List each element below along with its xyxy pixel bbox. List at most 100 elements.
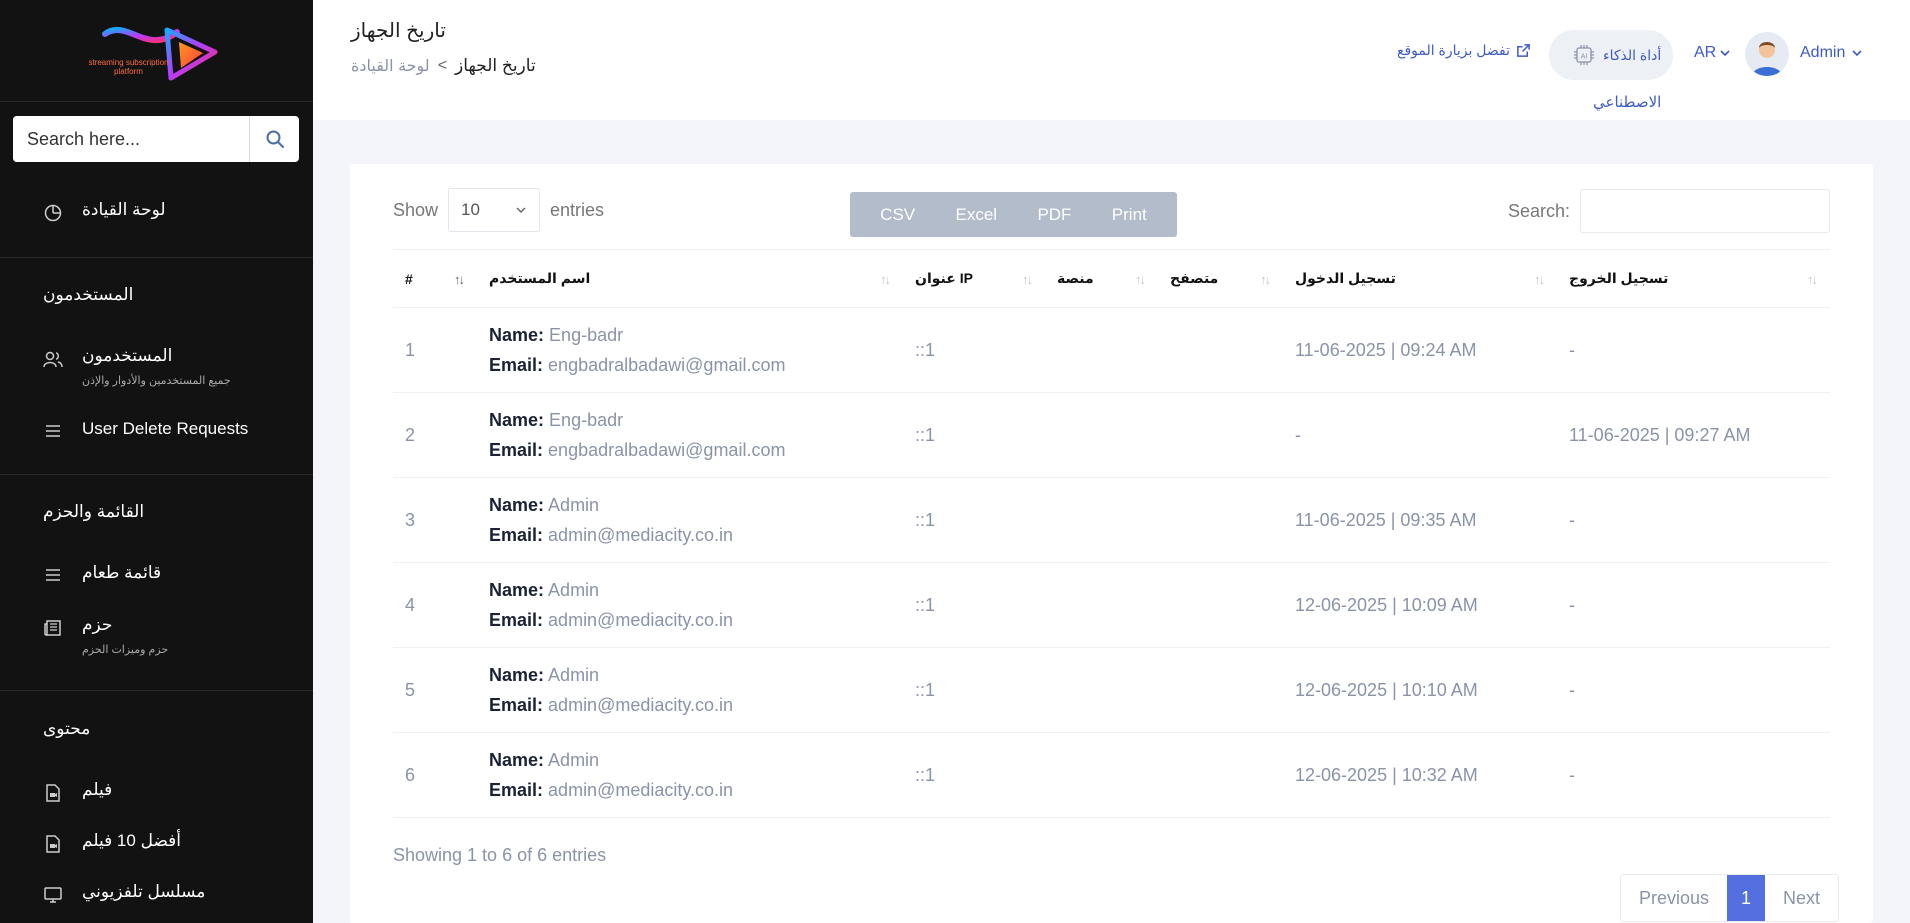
cell-login: 12-06-2025 | 10:09 AM: [1283, 562, 1557, 648]
users-icon: [43, 351, 63, 368]
section-title-content: محتوى: [43, 719, 91, 738]
user-avatar-icon: [1745, 32, 1789, 76]
user-name-value: Eng-badr: [549, 410, 624, 430]
section-title-menus: القائمة والحزم: [43, 502, 145, 521]
column-header-platform[interactable]: منصة ↑↓: [1045, 249, 1158, 308]
user-name-value: Eng-badr: [549, 325, 624, 345]
sidebar-item-label: مسلسل تلفزيوني: [82, 882, 206, 901]
sidebar-item-label: المستخدمون: [82, 346, 173, 365]
cell-logout: 11-06-2025 | 09:27 AM: [1557, 392, 1830, 478]
sort-icon: ↑↓: [1260, 272, 1271, 287]
table-info: Showing 1 to 6 of 6 entries: [393, 845, 607, 865]
table-row: 2 Name: Eng-badr Email: engbadralbadawi@…: [393, 392, 1830, 478]
user-email-value: admin@mediacity.co.in: [548, 610, 734, 630]
column-header-number[interactable]: # ↑↓: [393, 249, 477, 308]
column-header-username[interactable]: اسم المستخدم ↑↓: [477, 249, 903, 308]
user-name-value: Admin: [548, 495, 600, 515]
table-row: 4 Name: Admin Email: admin@mediacity.co.…: [393, 562, 1830, 648]
column-header-ip[interactable]: عنوان IP ↑↓: [903, 249, 1045, 308]
table-search-input[interactable]: [1580, 189, 1831, 233]
section-title-users: المستخدمون: [43, 285, 134, 304]
sidebar-item-delete-requests[interactable]: User Delete Requests: [0, 419, 313, 449]
user-email-value: admin@mediacity.co.in: [548, 525, 734, 545]
table-header-row: # ↑↓ اسم المستخدم ↑↓ عنوان IP ↑↓ منصة ↑↓ متص…: [393, 249, 1830, 308]
sidebar-item-menu[interactable]: قائمة طعام: [0, 563, 313, 593]
sidebar-search: [13, 116, 299, 162]
sidebar-item-packages[interactable]: حزم حزم وميزات الحزم: [0, 615, 313, 663]
next-page-button[interactable]: Next: [1765, 875, 1838, 921]
cell-login: 11-06-2025 | 09:24 AM: [1283, 307, 1557, 393]
visit-site-link[interactable]: تفضل بزيارة الموقع: [1397, 42, 1531, 59]
language-selector[interactable]: AR: [1694, 44, 1731, 62]
cell-user: Name: Admin Email: admin@mediacity.co.in: [477, 562, 903, 648]
user-name: Admin: [1800, 44, 1846, 61]
logo[interactable]: streaming subscription platform: [0, 0, 313, 102]
cell-number: 1: [393, 307, 477, 393]
sidebar-item-movie[interactable]: فيلم: [0, 780, 313, 810]
sort-icon: ↑↓: [1022, 272, 1033, 287]
device-history-table: # ↑↓ اسم المستخدم ↑↓ عنوان IP ↑↓ منصة ↑↓ متص…: [393, 249, 1830, 818]
user-menu[interactable]: Admin: [1800, 44, 1863, 62]
previous-page-button[interactable]: Previous: [1621, 875, 1727, 921]
ai-tool-button[interactable]: AI أداة الذكاء: [1549, 30, 1673, 80]
column-header-login[interactable]: تسجيل الدخول ↑↓: [1283, 249, 1557, 308]
sort-icon: ↑↓: [880, 272, 891, 287]
avatar[interactable]: [1745, 32, 1789, 76]
cell-platform: [1045, 392, 1158, 478]
sidebar-item-label: قائمة طعام: [82, 563, 162, 582]
column-header-browser[interactable]: متصفح ↑↓: [1158, 249, 1283, 308]
entries-select[interactable]: 10: [448, 188, 541, 232]
sort-icon: ↑↓: [454, 272, 465, 287]
table-row: 5 Name: Admin Email: admin@mediacity.co.…: [393, 647, 1830, 733]
column-header-logout[interactable]: تسجيل الخروج ↑↓: [1557, 249, 1830, 308]
chevron-down-icon: [1852, 50, 1862, 57]
breadcrumb-home[interactable]: لوحة القيادة: [351, 56, 430, 76]
page-button-1[interactable]: 1: [1727, 875, 1766, 921]
sidebar-item-top10[interactable]: أفضل 10 فيلم: [0, 831, 313, 861]
cell-platform: [1045, 477, 1158, 563]
sidebar-item-users[interactable]: المستخدمون جميع المستخدمين والأدوار والإ…: [0, 346, 313, 394]
print-button[interactable]: Print: [1112, 205, 1147, 225]
cell-number: 3: [393, 477, 477, 563]
ai-tool-label: أداة الذكاء: [1603, 46, 1662, 63]
video-file-icon: [46, 784, 60, 802]
cell-platform: [1045, 307, 1158, 393]
cell-platform: [1045, 562, 1158, 648]
sidebar-item-dashboard[interactable]: لوحة القيادة: [0, 200, 313, 230]
monitor-icon: [44, 887, 62, 903]
sidebar-item-tv-series[interactable]: مسلسل تلفزيوني: [0, 882, 313, 912]
sidebar-item-label: فيلم: [82, 780, 113, 799]
user-name-value: Admin: [548, 580, 600, 600]
cell-logout: -: [1557, 307, 1830, 393]
language-label: AR: [1694, 44, 1717, 61]
top-header: تاريخ الجهاز لوحة القيادة < تاريخ الجهاز…: [313, 0, 1910, 120]
cell-browser: [1158, 392, 1283, 478]
entries-value: 10: [461, 200, 480, 219]
table-search: Search:: [1508, 189, 1831, 233]
search-button[interactable]: [249, 116, 299, 162]
cell-logout: -: [1557, 647, 1830, 733]
breadcrumb: لوحة القيادة < تاريخ الجهاز: [351, 56, 536, 76]
user-email-value: engbadralbadawi@gmail.com: [548, 355, 786, 375]
sort-icon: ↑↓: [1135, 272, 1146, 287]
table-search-label: Search:: [1508, 200, 1571, 221]
cell-ip: ::1: [903, 562, 1045, 648]
cell-user: Name: Eng-badr Email: engbadralbadawi@gm…: [477, 392, 903, 478]
user-email-value: admin@mediacity.co.in: [548, 780, 734, 800]
excel-button[interactable]: Excel: [956, 205, 998, 225]
csv-button[interactable]: CSV: [880, 205, 915, 225]
sidebar-item-label: لوحة القيادة: [82, 200, 166, 219]
logo-text: streaming subscription platform: [88, 57, 169, 76]
breadcrumb-current: تاريخ الجهاز: [455, 56, 536, 75]
sidebar-search-input[interactable]: [13, 116, 249, 162]
cell-number: 6: [393, 732, 477, 818]
cell-user: Name: Admin Email: admin@mediacity.co.in: [477, 647, 903, 733]
menu-lines-icon: [46, 569, 60, 581]
cell-number: 5: [393, 647, 477, 733]
cell-browser: [1158, 732, 1283, 818]
cell-ip: ::1: [903, 647, 1045, 733]
cell-number: 2: [393, 392, 477, 478]
pdf-button[interactable]: PDF: [1037, 205, 1071, 225]
cell-logout: -: [1557, 562, 1830, 648]
sidebar-item-sublabel: حزم وميزات الحزم: [82, 644, 169, 656]
